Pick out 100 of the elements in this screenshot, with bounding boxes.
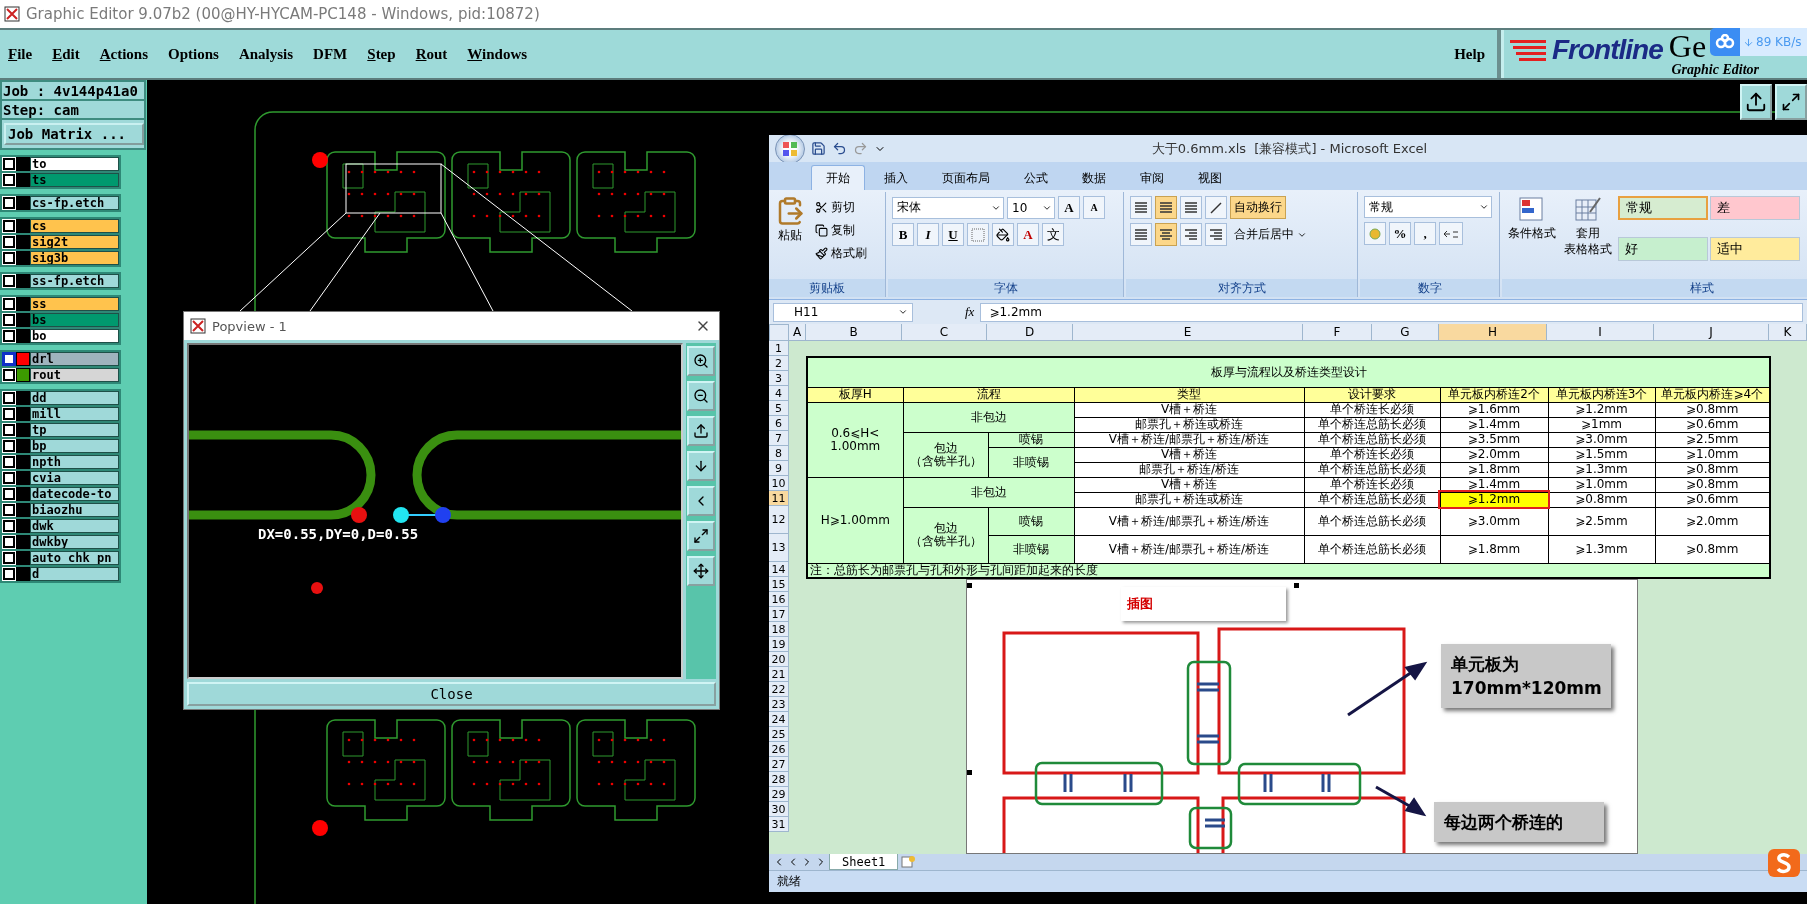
layer-row[interactable]: drl bbox=[2, 352, 119, 366]
conditional-format-button[interactable]: 条件格式 bbox=[1506, 196, 1558, 275]
layer-name[interactable]: d bbox=[30, 567, 119, 581]
layer-name[interactable]: npth bbox=[30, 455, 119, 469]
indent-button[interactable] bbox=[1205, 223, 1227, 246]
office-button[interactable] bbox=[775, 135, 805, 164]
cut-button[interactable]: 剪切 bbox=[811, 196, 871, 219]
format-painter-button[interactable]: 格式刷 bbox=[811, 242, 871, 265]
layer-row[interactable]: dd bbox=[2, 391, 119, 405]
menu-item[interactable]: Options bbox=[168, 45, 219, 63]
layer-checkbox[interactable] bbox=[3, 408, 15, 420]
ribbon-tab[interactable]: 插入 bbox=[869, 165, 923, 190]
comma-button[interactable]: , bbox=[1414, 222, 1436, 245]
layer-row[interactable]: to bbox=[2, 157, 119, 171]
horizontal-align-button[interactable] bbox=[1180, 223, 1202, 246]
font-size-select[interactable]: 10 bbox=[1007, 196, 1055, 219]
row-header[interactable]: 12 bbox=[769, 506, 789, 534]
row-header[interactable]: 10 bbox=[769, 476, 789, 491]
menu-item[interactable]: File bbox=[8, 45, 33, 63]
row-header[interactable]: 9 bbox=[769, 461, 789, 476]
layer-row[interactable]: bo bbox=[2, 329, 119, 343]
layer-row[interactable]: dwk bbox=[2, 519, 119, 533]
layer-row[interactable]: bs bbox=[2, 313, 119, 327]
copy-button[interactable]: 复制 bbox=[811, 219, 871, 242]
row-header[interactable]: 24 bbox=[769, 712, 789, 727]
toolbar-button[interactable] bbox=[1740, 84, 1772, 120]
layer-row[interactable]: sig2t bbox=[2, 235, 119, 249]
row-header[interactable]: 19 bbox=[769, 637, 789, 652]
menu-item[interactable]: Step bbox=[367, 45, 396, 63]
layer-checkbox[interactable] bbox=[3, 504, 15, 516]
layer-row[interactable]: d bbox=[2, 567, 119, 581]
layer-row[interactable]: ss-fp.etch bbox=[2, 274, 119, 288]
save-icon[interactable] bbox=[811, 141, 826, 156]
layer-name[interactable]: drl bbox=[30, 352, 119, 366]
layer-checkbox[interactable] bbox=[3, 314, 15, 326]
column-header[interactable]: G bbox=[1372, 324, 1439, 341]
layer-name[interactable]: to bbox=[30, 157, 119, 171]
row-header[interactable]: 30 bbox=[769, 802, 789, 817]
column-header[interactable]: H bbox=[1439, 324, 1547, 341]
layer-name[interactable]: ss-fp.etch bbox=[30, 274, 119, 288]
row-header[interactable]: 17 bbox=[769, 607, 789, 622]
row-header[interactable]: 20 bbox=[769, 652, 789, 667]
layer-row[interactable]: mill bbox=[2, 407, 119, 421]
row-header[interactable]: 21 bbox=[769, 667, 789, 682]
percent-button[interactable]: % bbox=[1389, 222, 1411, 245]
layer-checkbox[interactable] bbox=[3, 275, 15, 287]
view-tool-button[interactable] bbox=[687, 346, 715, 376]
view-tool-button[interactable] bbox=[687, 416, 715, 446]
row-header[interactable]: 14 bbox=[769, 562, 789, 577]
number-format-select[interactable]: 常规 bbox=[1364, 196, 1492, 218]
close-button[interactable]: Close bbox=[187, 682, 716, 706]
layer-row[interactable]: bp bbox=[2, 439, 119, 453]
layer-row[interactable]: biaozhu bbox=[2, 503, 119, 517]
formula-field[interactable]: ⩾1.2mm bbox=[980, 302, 1803, 322]
column-header[interactable]: I bbox=[1547, 324, 1654, 341]
cell-style-option[interactable]: 适中 bbox=[1710, 236, 1800, 261]
layer-checkbox[interactable] bbox=[3, 236, 15, 248]
grow-font-button[interactable]: A bbox=[1058, 196, 1080, 219]
column-header[interactable]: K bbox=[1769, 324, 1807, 341]
row-header[interactable]: 27 bbox=[769, 757, 789, 772]
ribbon-tab[interactable]: 公式 bbox=[1009, 165, 1063, 190]
vertical-align-button[interactable] bbox=[1130, 196, 1152, 219]
row-header[interactable]: 1 bbox=[769, 341, 789, 356]
row-header[interactable]: 22 bbox=[769, 682, 789, 697]
ribbon-tab[interactable]: 数据 bbox=[1067, 165, 1121, 190]
ribbon-tab[interactable]: 视图 bbox=[1183, 165, 1237, 190]
layer-name[interactable]: dwk bbox=[30, 519, 119, 533]
layer-name[interactable]: cs-fp.etch bbox=[30, 196, 119, 210]
layer-row[interactable]: npth bbox=[2, 455, 119, 469]
menu-item[interactable]: Actions bbox=[99, 45, 149, 63]
ribbon-tab[interactable]: 审阅 bbox=[1125, 165, 1179, 190]
ribbon-tab[interactable]: 页面布局 bbox=[927, 165, 1005, 190]
layer-row[interactable]: auto_chk_pn bbox=[2, 551, 119, 565]
row-header[interactable]: 18 bbox=[769, 622, 789, 637]
layer-checkbox[interactable] bbox=[3, 369, 15, 381]
layer-row[interactable]: cs-fp.etch bbox=[2, 196, 119, 210]
row-header[interactable]: 7 bbox=[769, 431, 789, 446]
toolbar-button[interactable] bbox=[1775, 84, 1807, 120]
font-name-select[interactable]: 宋体 bbox=[892, 196, 1004, 219]
layer-name[interactable]: bs bbox=[30, 313, 119, 327]
row-header[interactable]: 13 bbox=[769, 534, 789, 562]
layer-checkbox[interactable] bbox=[3, 456, 15, 468]
layer-row[interactable]: cvia bbox=[2, 471, 119, 485]
view-tool-button[interactable] bbox=[687, 521, 715, 551]
cell-style-option[interactable]: 差 bbox=[1710, 196, 1800, 220]
row-header[interactable]: 25 bbox=[769, 727, 789, 742]
layer-name[interactable]: dwkby bbox=[30, 535, 119, 549]
row-header[interactable]: 26 bbox=[769, 742, 789, 757]
layer-name[interactable]: biaozhu bbox=[30, 503, 119, 517]
ribbon-tab[interactable]: 开始 bbox=[811, 165, 865, 190]
layer-name[interactable]: rout bbox=[30, 368, 119, 382]
layer-name[interactable]: bp bbox=[30, 439, 119, 453]
layer-checkbox[interactable] bbox=[3, 440, 15, 452]
phonetic-button[interactable]: 文 bbox=[1042, 223, 1064, 246]
layer-name[interactable]: cs bbox=[30, 219, 119, 233]
menu-item[interactable]: Edit bbox=[52, 45, 80, 63]
row-header[interactable]: 16 bbox=[769, 592, 789, 607]
layer-name[interactable]: auto_chk_pn bbox=[30, 551, 119, 565]
layer-name[interactable]: tp bbox=[30, 423, 119, 437]
layer-name[interactable]: cvia bbox=[30, 471, 119, 485]
